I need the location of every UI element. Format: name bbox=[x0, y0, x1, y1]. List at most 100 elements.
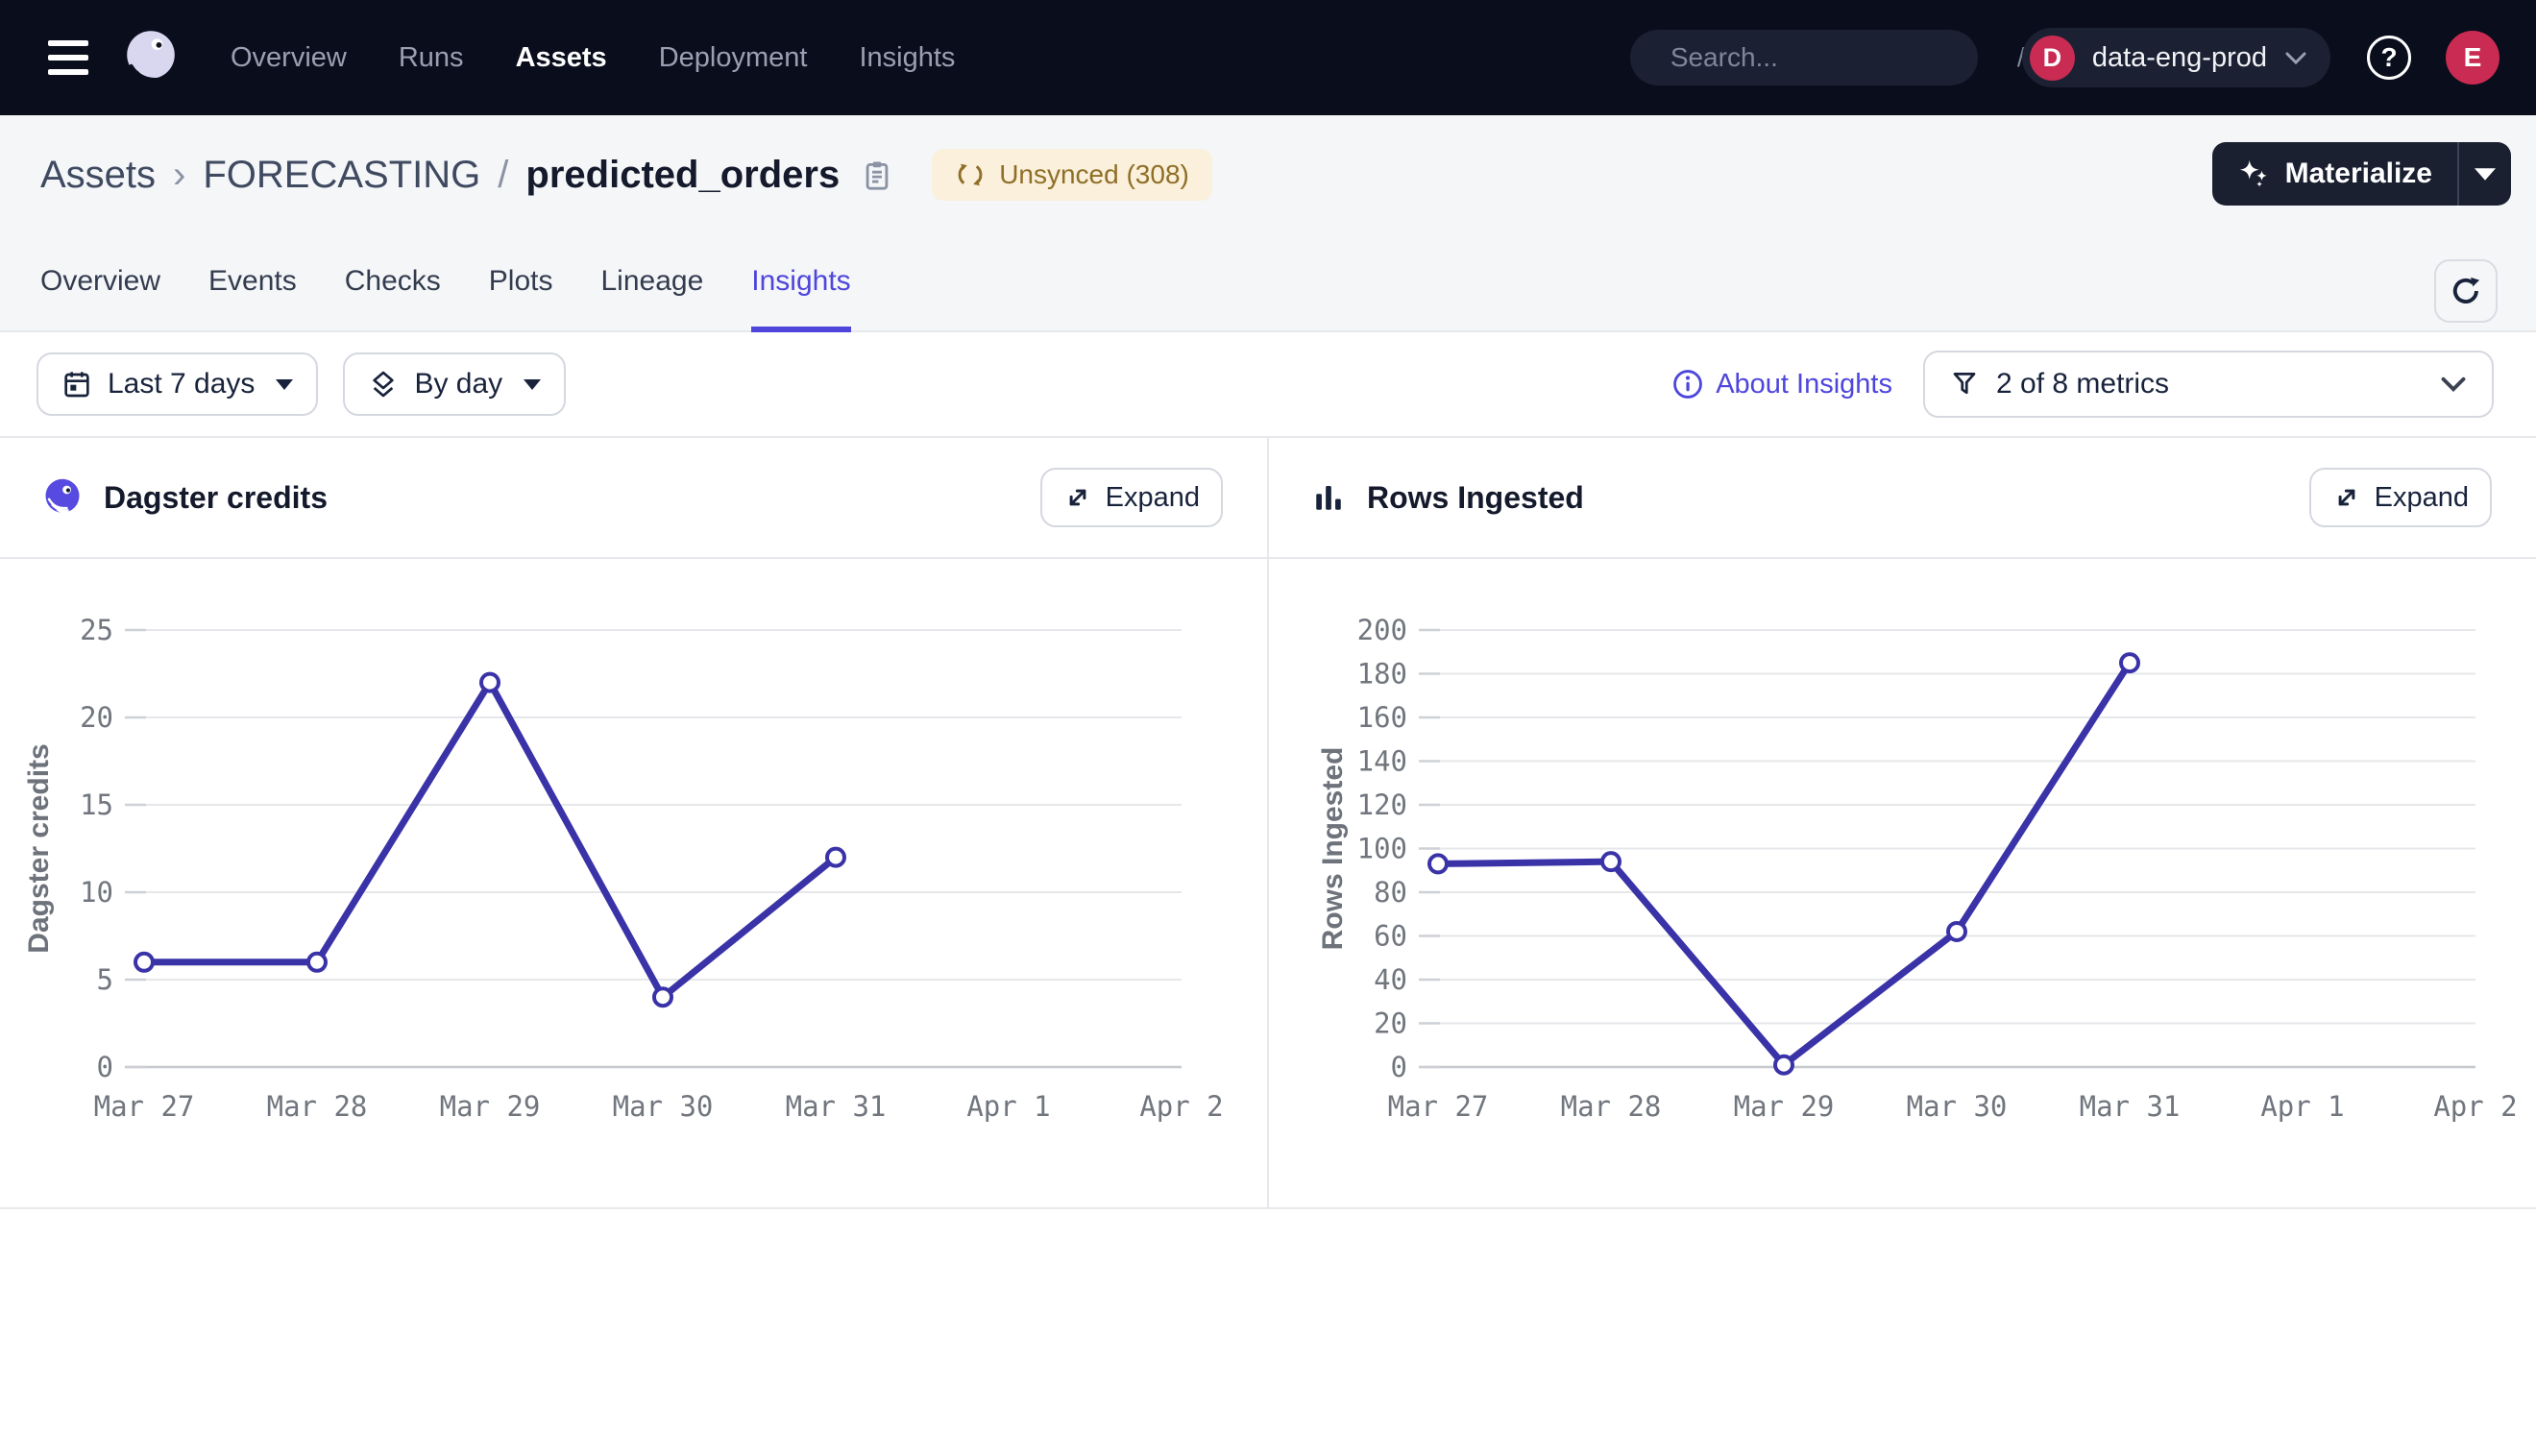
materialize-button[interactable]: Materialize bbox=[2212, 142, 2457, 206]
svg-text:60: 60 bbox=[1374, 920, 1407, 953]
svg-text:Mar 30: Mar 30 bbox=[613, 1090, 714, 1123]
chart-title: Dagster credits bbox=[42, 477, 328, 518]
refresh-button[interactable] bbox=[2434, 259, 2498, 323]
expand-icon bbox=[2332, 483, 2361, 512]
breadcrumb-chevron: › bbox=[173, 154, 185, 197]
deployment-switcher[interactable]: D data-eng-prod bbox=[2022, 28, 2330, 87]
materialize-label: Materialize bbox=[2285, 158, 2432, 190]
svg-text:20: 20 bbox=[80, 701, 113, 734]
deployment-name: data-eng-prod bbox=[2092, 42, 2267, 74]
asset-name: predicted_orders bbox=[525, 154, 840, 197]
chart-title: Rows Ingested bbox=[1311, 480, 1584, 516]
line-chart: 0510152025Mar 27Mar 28Mar 29Mar 30Mar 31… bbox=[0, 559, 1267, 1207]
calendar-icon bbox=[61, 369, 92, 400]
nav-item-assets[interactable]: Assets bbox=[516, 42, 607, 74]
insights-toolbar: Last 7 days By day About Insights 2 of 8… bbox=[0, 332, 2536, 438]
hamburger-menu-icon[interactable] bbox=[48, 40, 88, 75]
expand-icon bbox=[1063, 483, 1092, 512]
svg-text:120: 120 bbox=[1357, 789, 1407, 821]
svg-text:Apr 1: Apr 1 bbox=[966, 1090, 1050, 1123]
nav-item-runs[interactable]: Runs bbox=[399, 42, 464, 74]
metrics-filter-select[interactable]: 2 of 8 metrics bbox=[1923, 351, 2494, 418]
svg-text:Apr 2: Apr 2 bbox=[2433, 1090, 2517, 1123]
caret-down-icon bbox=[2475, 168, 2496, 181]
copy-clipboard-icon[interactable] bbox=[861, 158, 893, 191]
line-chart: 020406080100120140160180200Mar 27Mar 28M… bbox=[1269, 559, 2536, 1207]
svg-text:0: 0 bbox=[1391, 1051, 1407, 1083]
dagster-credits-panel: Dagster credits Expand 0510152025Mar 27M… bbox=[0, 438, 1267, 1207]
user-avatar[interactable]: E bbox=[2446, 31, 2499, 85]
nav-item-insights[interactable]: Insights bbox=[859, 42, 955, 74]
tab-overview[interactable]: Overview bbox=[40, 265, 160, 330]
expand-label: Expand bbox=[1106, 482, 1200, 514]
funnel-icon bbox=[1950, 370, 1979, 399]
svg-text:40: 40 bbox=[1374, 963, 1407, 996]
asset-page-header: Assets › FORECASTING / predicted_orders … bbox=[0, 115, 2536, 332]
rows-ingested-header: Rows Ingested Expand bbox=[1269, 438, 2536, 559]
tab-lineage[interactable]: Lineage bbox=[601, 265, 704, 330]
asset-tabs: Overview Events Checks Plots Lineage Ins… bbox=[40, 265, 2498, 330]
primary-nav: Overview Runs Assets Deployment Insights bbox=[231, 42, 955, 74]
dagster-credits-header: Dagster credits Expand bbox=[0, 438, 1267, 559]
expand-button[interactable]: Expand bbox=[1040, 468, 1223, 527]
chart-title-label: Dagster credits bbox=[104, 480, 328, 516]
rows-ingested-chart[interactable]: 020406080100120140160180200Mar 27Mar 28M… bbox=[1269, 559, 2536, 1207]
dagster-credits-chart[interactable]: 0510152025Mar 27Mar 28Mar 29Mar 30Mar 31… bbox=[0, 559, 1267, 1207]
granularity-label: By day bbox=[414, 368, 502, 400]
bar-chart-icon bbox=[1311, 480, 1346, 515]
sparkles-icon bbox=[2237, 158, 2270, 190]
rows-ingested-panel: Rows Ingested Expand 0204060801001201401… bbox=[1269, 438, 2536, 1207]
svg-text:100: 100 bbox=[1357, 833, 1407, 865]
layers-icon bbox=[368, 369, 399, 400]
search-input[interactable] bbox=[1670, 42, 2017, 73]
svg-text:200: 200 bbox=[1357, 614, 1407, 646]
svg-text:Mar 27: Mar 27 bbox=[1388, 1090, 1489, 1123]
unsynced-badge[interactable]: Unsynced (308) bbox=[932, 149, 1212, 201]
svg-text:160: 160 bbox=[1357, 701, 1407, 734]
breadcrumb-assets-link[interactable]: Assets bbox=[40, 154, 156, 197]
svg-text:Mar 31: Mar 31 bbox=[2080, 1090, 2181, 1123]
svg-text:Rows Ingested: Rows Ingested bbox=[1317, 747, 1349, 951]
breadcrumb-group-link[interactable]: FORECASTING bbox=[203, 154, 480, 197]
search-box[interactable]: / bbox=[1630, 30, 1978, 85]
breadcrumb-slash: / bbox=[498, 154, 508, 197]
tab-checks[interactable]: Checks bbox=[345, 265, 441, 330]
svg-text:Apr 1: Apr 1 bbox=[2260, 1090, 2344, 1123]
svg-text:Mar 30: Mar 30 bbox=[1907, 1090, 2008, 1123]
svg-text:Mar 27: Mar 27 bbox=[94, 1090, 195, 1123]
help-icon[interactable]: ? bbox=[2367, 36, 2411, 80]
unsynced-badge-label: Unsynced (308) bbox=[999, 159, 1189, 190]
insights-charts-grid: Dagster credits Expand 0510152025Mar 27M… bbox=[0, 438, 2536, 1209]
time-range-label: Last 7 days bbox=[108, 368, 255, 400]
granularity-filter[interactable]: By day bbox=[343, 352, 566, 416]
svg-text:Mar 28: Mar 28 bbox=[267, 1090, 368, 1123]
chevron-down-icon bbox=[2440, 376, 2467, 393]
svg-text:20: 20 bbox=[1374, 1007, 1407, 1040]
svg-text:10: 10 bbox=[80, 876, 113, 909]
svg-text:Apr 2: Apr 2 bbox=[1139, 1090, 1223, 1123]
svg-text:5: 5 bbox=[97, 963, 113, 996]
svg-text:180: 180 bbox=[1357, 658, 1407, 691]
info-icon bbox=[1671, 368, 1704, 400]
dagster-logo-icon[interactable] bbox=[117, 24, 184, 91]
time-range-filter[interactable]: Last 7 days bbox=[37, 352, 318, 416]
tab-insights[interactable]: Insights bbox=[751, 265, 850, 330]
svg-text:140: 140 bbox=[1357, 745, 1407, 778]
svg-text:Mar 29: Mar 29 bbox=[1734, 1090, 1835, 1123]
materialize-dropdown-button[interactable] bbox=[2459, 142, 2511, 206]
svg-text:Mar 28: Mar 28 bbox=[1561, 1090, 1662, 1123]
nav-item-overview[interactable]: Overview bbox=[231, 42, 347, 74]
svg-text:25: 25 bbox=[80, 614, 113, 646]
svg-text:0: 0 bbox=[97, 1051, 113, 1083]
tab-events[interactable]: Events bbox=[208, 265, 297, 330]
nav-item-deployment[interactable]: Deployment bbox=[659, 42, 808, 74]
chevron-down-icon bbox=[2284, 51, 2307, 65]
sync-icon bbox=[955, 159, 986, 190]
tab-plots[interactable]: Plots bbox=[489, 265, 553, 330]
top-navbar: Overview Runs Assets Deployment Insights… bbox=[0, 0, 2536, 115]
expand-label: Expand bbox=[2375, 482, 2469, 514]
about-insights-link[interactable]: About Insights bbox=[1671, 368, 1892, 400]
expand-button[interactable]: Expand bbox=[2309, 468, 2492, 527]
chart-title-label: Rows Ingested bbox=[1367, 480, 1584, 516]
metrics-filter-label: 2 of 8 metrics bbox=[1996, 368, 2169, 400]
